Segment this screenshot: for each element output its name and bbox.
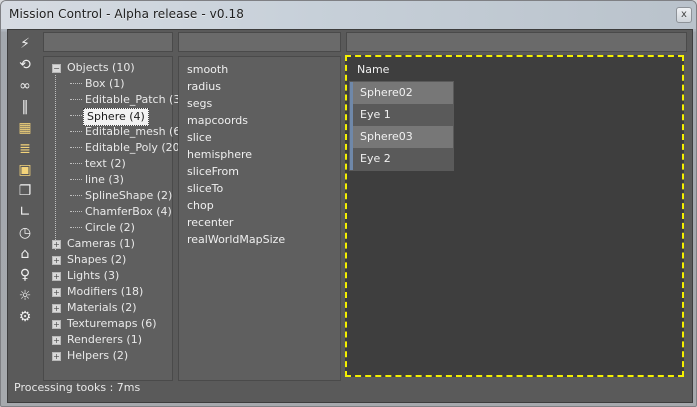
property-item[interactable]: mapcoords [187, 112, 285, 129]
selection-header-bar [346, 32, 687, 52]
property-item[interactable]: segs [187, 95, 285, 112]
window-title: Mission Control - Alpha release - v0.18 [9, 7, 244, 21]
tree-connector [70, 211, 82, 212]
gear-small-icon[interactable]: ☼ [13, 287, 37, 305]
bolt-icon[interactable]: ⚡ [13, 35, 37, 53]
expand-icon[interactable]: + [52, 304, 61, 313]
camera-icon[interactable]: ⌂ [13, 245, 37, 263]
tree-header [43, 32, 173, 52]
expand-icon[interactable]: + [52, 240, 61, 249]
tree-group-label: Materials (2) [67, 301, 137, 314]
properties-panel: smooth radius segs mapcoords slice hemisphere… [178, 56, 341, 381]
tree-node-label: Objects (10) [67, 61, 135, 74]
selection-row[interactable]: Sphere02 [350, 82, 453, 104]
tree-child-label: Editable_mesh (6) [85, 125, 185, 138]
tree-group-label: Renderers (1) [67, 333, 143, 346]
expand-icon[interactable]: + [52, 336, 61, 345]
tree-child-label: Box (1) [85, 77, 125, 90]
tree-connector [70, 163, 82, 164]
tree-child-label: line (3) [85, 173, 124, 186]
property-item[interactable]: realWorldMapSize [187, 231, 285, 248]
scene-tree-panel: − Objects (10) Box (1) Editable_Patch (3)… [43, 56, 185, 381]
tree-connector [70, 179, 82, 180]
expand-icon[interactable]: + [52, 288, 61, 297]
property-item[interactable]: recenter [187, 214, 285, 231]
properties-header [178, 32, 341, 52]
property-item[interactable]: sliceTo [187, 180, 285, 197]
copy-icon[interactable]: ❐ [13, 182, 37, 200]
left-toolbar: ⚡ ⟲ ∞ ‖ ▦ ≣ ▣ ❐ ∟ ◷ ⌂ ♀ ☼ ⚙ [10, 32, 40, 367]
collapse-icon[interactable]: − [52, 64, 61, 73]
tree-child-label: Editable_Patch (3) [85, 93, 185, 106]
title-bar[interactable]: Mission Control - Alpha release - v0.18 … [1, 1, 696, 29]
tree-group-label: Shapes (2) [67, 253, 127, 266]
tree-child-label: text (2) [85, 157, 126, 170]
main-client-area: ⚡ ⟲ ∞ ‖ ▦ ≣ ▣ ❐ ∟ ◷ ⌂ ♀ ☼ ⚙ − Objects (10) Box (1) Edi… [7, 29, 693, 403]
grid-icon[interactable]: ▦ [13, 119, 37, 137]
name-column-header[interactable]: Name [357, 63, 389, 76]
property-item[interactable]: sliceFrom [187, 163, 285, 180]
bulb-icon[interactable]: ♀ [13, 266, 37, 284]
expand-icon[interactable]: + [52, 256, 61, 265]
tree-child-label: Circle (2) [85, 221, 135, 234]
tree-child-label: Editable_Poly (20) [85, 141, 184, 154]
link-icon[interactable]: ∞ [13, 77, 37, 95]
tree-child-label: SplineShape (2) [85, 189, 173, 202]
tree-group-label: Helpers (2) [67, 349, 129, 362]
axis-icon[interactable]: ∟ [13, 203, 37, 221]
selection-list: Sphere02 Eye 1 Sphere03 Eye 2 [349, 81, 454, 171]
tree-connector [70, 131, 82, 132]
property-item[interactable]: slice [187, 129, 285, 146]
folder-icon[interactable]: ▣ [13, 161, 37, 179]
tree-group-label: Cameras (1) [67, 237, 135, 250]
app-window: Mission Control - Alpha release - v0.18 … [0, 0, 697, 407]
status-text: Processing tooks : 7ms [14, 381, 141, 394]
selection-row[interactable]: Eye 1 [350, 104, 453, 126]
tree-connector [70, 227, 82, 228]
tree-guide-line [55, 75, 56, 250]
property-item[interactable]: smooth [187, 61, 285, 78]
pause-icon[interactable]: ‖ [13, 98, 37, 116]
expand-icon[interactable]: + [52, 320, 61, 329]
property-item[interactable]: hemisphere [187, 146, 285, 163]
expand-icon[interactable]: + [52, 272, 61, 281]
clock-icon[interactable]: ◷ [13, 224, 37, 242]
tree-group-label: Modifiers (18) [67, 285, 144, 298]
selection-row[interactable]: Eye 2 [350, 148, 453, 170]
tree-group-label: Texturemaps (6) [67, 317, 157, 330]
tree-connector [70, 83, 82, 84]
gear-icon[interactable]: ⚙ [13, 308, 37, 326]
tree-connector [70, 115, 82, 116]
refresh-icon[interactable]: ⟲ [13, 56, 37, 74]
close-button[interactable]: x [676, 7, 692, 23]
property-item[interactable]: radius [187, 78, 285, 95]
tree-connector [70, 147, 82, 148]
selection-panel: Name Sphere02 Eye 1 Sphere03 Eye 2 [345, 55, 684, 377]
tree-connector [70, 195, 82, 196]
property-item[interactable]: chop [187, 197, 285, 214]
property-list: smooth radius segs mapcoords slice hemisphere… [187, 61, 285, 248]
tree-group-label: Lights (3) [67, 269, 120, 282]
list-icon[interactable]: ≣ [13, 140, 37, 158]
expand-icon[interactable]: + [52, 352, 61, 361]
tree-child-label: ChamferBox (4) [85, 205, 172, 218]
selection-row[interactable]: Sphere03 [350, 126, 453, 148]
tree-connector [70, 99, 82, 100]
